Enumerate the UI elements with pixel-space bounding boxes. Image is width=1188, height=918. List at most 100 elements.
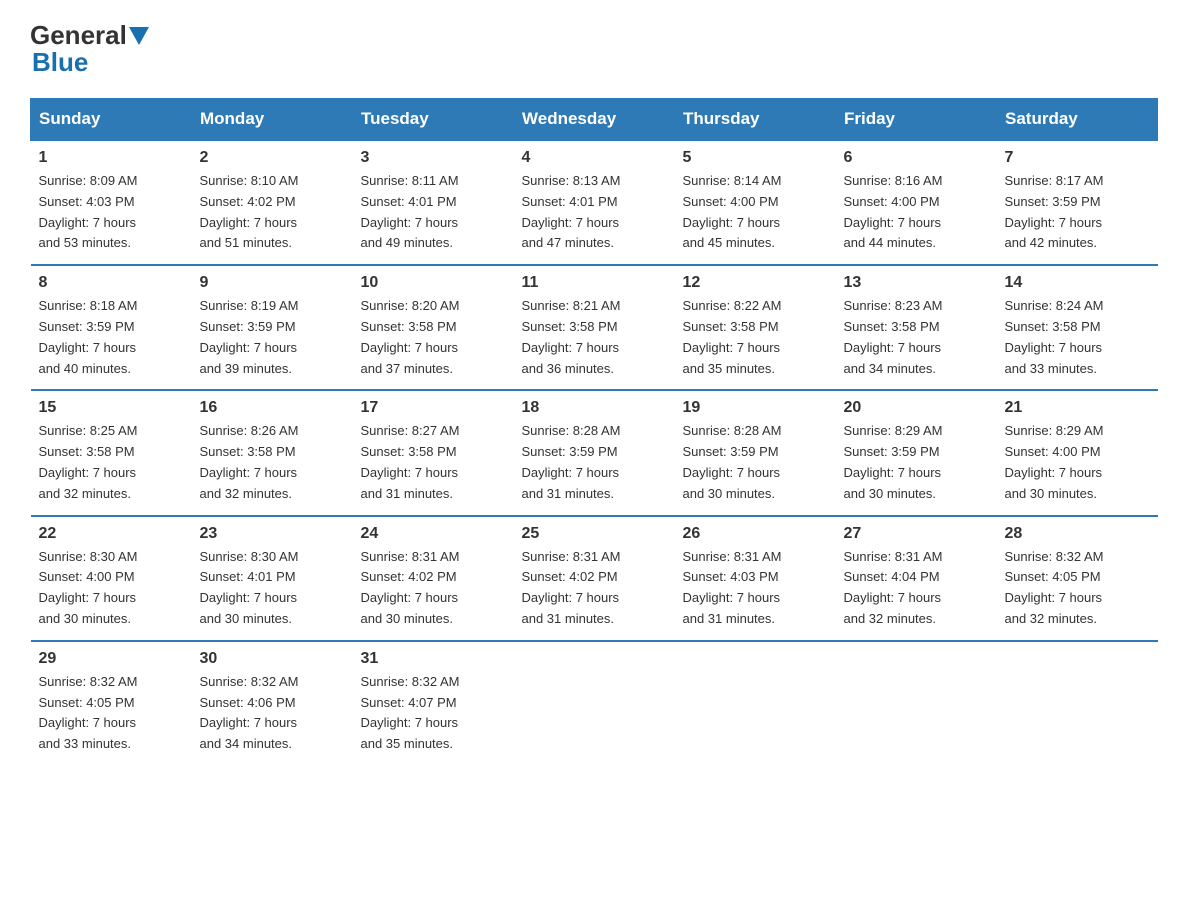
day-number: 17 xyxy=(361,399,506,417)
calendar-cell: 9 Sunrise: 8:19 AM Sunset: 3:59 PM Dayli… xyxy=(192,265,353,390)
day-info: Sunrise: 8:29 AM Sunset: 3:59 PM Dayligh… xyxy=(844,421,989,504)
weekday-header-wednesday: Wednesday xyxy=(514,99,675,141)
day-info: Sunrise: 8:31 AM Sunset: 4:02 PM Dayligh… xyxy=(361,547,506,630)
calendar-cell xyxy=(514,641,675,765)
day-number: 29 xyxy=(39,650,184,668)
day-number: 20 xyxy=(844,399,989,417)
day-number: 14 xyxy=(1005,274,1150,292)
day-info: Sunrise: 8:21 AM Sunset: 3:58 PM Dayligh… xyxy=(522,296,667,379)
weekday-header-sunday: Sunday xyxy=(31,99,192,141)
day-info: Sunrise: 8:24 AM Sunset: 3:58 PM Dayligh… xyxy=(1005,296,1150,379)
day-number: 28 xyxy=(1005,525,1150,543)
calendar-cell: 17 Sunrise: 8:27 AM Sunset: 3:58 PM Dayl… xyxy=(353,390,514,515)
calendar-cell: 29 Sunrise: 8:32 AM Sunset: 4:05 PM Dayl… xyxy=(31,641,192,765)
calendar-cell xyxy=(675,641,836,765)
calendar-week-row: 22 Sunrise: 8:30 AM Sunset: 4:00 PM Dayl… xyxy=(31,516,1158,641)
calendar-week-row: 15 Sunrise: 8:25 AM Sunset: 3:58 PM Dayl… xyxy=(31,390,1158,515)
calendar-cell: 12 Sunrise: 8:22 AM Sunset: 3:58 PM Dayl… xyxy=(675,265,836,390)
calendar-cell: 10 Sunrise: 8:20 AM Sunset: 3:58 PM Dayl… xyxy=(353,265,514,390)
day-number: 25 xyxy=(522,525,667,543)
day-info: Sunrise: 8:17 AM Sunset: 3:59 PM Dayligh… xyxy=(1005,171,1150,254)
day-number: 7 xyxy=(1005,149,1150,167)
day-number: 19 xyxy=(683,399,828,417)
day-number: 11 xyxy=(522,274,667,292)
day-number: 23 xyxy=(200,525,345,543)
day-number: 10 xyxy=(361,274,506,292)
calendar-cell: 20 Sunrise: 8:29 AM Sunset: 3:59 PM Dayl… xyxy=(836,390,997,515)
calendar-cell: 16 Sunrise: 8:26 AM Sunset: 3:58 PM Dayl… xyxy=(192,390,353,515)
day-number: 30 xyxy=(200,650,345,668)
calendar-cell: 25 Sunrise: 8:31 AM Sunset: 4:02 PM Dayl… xyxy=(514,516,675,641)
day-number: 22 xyxy=(39,525,184,543)
day-info: Sunrise: 8:31 AM Sunset: 4:03 PM Dayligh… xyxy=(683,547,828,630)
day-info: Sunrise: 8:22 AM Sunset: 3:58 PM Dayligh… xyxy=(683,296,828,379)
calendar-cell: 6 Sunrise: 8:16 AM Sunset: 4:00 PM Dayli… xyxy=(836,140,997,265)
weekday-header-row: SundayMondayTuesdayWednesdayThursdayFrid… xyxy=(31,99,1158,141)
calendar-cell: 14 Sunrise: 8:24 AM Sunset: 3:58 PM Dayl… xyxy=(997,265,1158,390)
day-info: Sunrise: 8:09 AM Sunset: 4:03 PM Dayligh… xyxy=(39,171,184,254)
weekday-header-monday: Monday xyxy=(192,99,353,141)
day-number: 26 xyxy=(683,525,828,543)
calendar-cell: 15 Sunrise: 8:25 AM Sunset: 3:58 PM Dayl… xyxy=(31,390,192,515)
day-number: 6 xyxy=(844,149,989,167)
calendar-cell: 11 Sunrise: 8:21 AM Sunset: 3:58 PM Dayl… xyxy=(514,265,675,390)
calendar-cell: 28 Sunrise: 8:32 AM Sunset: 4:05 PM Dayl… xyxy=(997,516,1158,641)
day-info: Sunrise: 8:32 AM Sunset: 4:06 PM Dayligh… xyxy=(200,672,345,755)
day-number: 18 xyxy=(522,399,667,417)
day-number: 13 xyxy=(844,274,989,292)
day-info: Sunrise: 8:16 AM Sunset: 4:00 PM Dayligh… xyxy=(844,171,989,254)
weekday-header-thursday: Thursday xyxy=(675,99,836,141)
calendar-cell: 5 Sunrise: 8:14 AM Sunset: 4:00 PM Dayli… xyxy=(675,140,836,265)
day-number: 21 xyxy=(1005,399,1150,417)
weekday-header-saturday: Saturday xyxy=(997,99,1158,141)
day-number: 9 xyxy=(200,274,345,292)
day-info: Sunrise: 8:28 AM Sunset: 3:59 PM Dayligh… xyxy=(522,421,667,504)
calendar-cell: 1 Sunrise: 8:09 AM Sunset: 4:03 PM Dayli… xyxy=(31,140,192,265)
day-info: Sunrise: 8:27 AM Sunset: 3:58 PM Dayligh… xyxy=(361,421,506,504)
day-info: Sunrise: 8:28 AM Sunset: 3:59 PM Dayligh… xyxy=(683,421,828,504)
day-info: Sunrise: 8:10 AM Sunset: 4:02 PM Dayligh… xyxy=(200,171,345,254)
day-number: 5 xyxy=(683,149,828,167)
logo-triangle-icon xyxy=(129,27,149,47)
calendar-cell xyxy=(836,641,997,765)
calendar-cell: 24 Sunrise: 8:31 AM Sunset: 4:02 PM Dayl… xyxy=(353,516,514,641)
day-info: Sunrise: 8:29 AM Sunset: 4:00 PM Dayligh… xyxy=(1005,421,1150,504)
day-number: 31 xyxy=(361,650,506,668)
day-number: 2 xyxy=(200,149,345,167)
calendar-week-row: 8 Sunrise: 8:18 AM Sunset: 3:59 PM Dayli… xyxy=(31,265,1158,390)
day-number: 4 xyxy=(522,149,667,167)
calendar-cell: 22 Sunrise: 8:30 AM Sunset: 4:00 PM Dayl… xyxy=(31,516,192,641)
calendar-week-row: 1 Sunrise: 8:09 AM Sunset: 4:03 PM Dayli… xyxy=(31,140,1158,265)
day-info: Sunrise: 8:30 AM Sunset: 4:01 PM Dayligh… xyxy=(200,547,345,630)
day-info: Sunrise: 8:19 AM Sunset: 3:59 PM Dayligh… xyxy=(200,296,345,379)
day-number: 24 xyxy=(361,525,506,543)
day-info: Sunrise: 8:32 AM Sunset: 4:05 PM Dayligh… xyxy=(1005,547,1150,630)
day-number: 8 xyxy=(39,274,184,292)
day-number: 3 xyxy=(361,149,506,167)
weekday-header-friday: Friday xyxy=(836,99,997,141)
calendar-cell: 7 Sunrise: 8:17 AM Sunset: 3:59 PM Dayli… xyxy=(997,140,1158,265)
calendar-cell: 2 Sunrise: 8:10 AM Sunset: 4:02 PM Dayli… xyxy=(192,140,353,265)
calendar-cell: 23 Sunrise: 8:30 AM Sunset: 4:01 PM Dayl… xyxy=(192,516,353,641)
calendar-week-row: 29 Sunrise: 8:32 AM Sunset: 4:05 PM Dayl… xyxy=(31,641,1158,765)
day-info: Sunrise: 8:32 AM Sunset: 4:05 PM Dayligh… xyxy=(39,672,184,755)
day-number: 27 xyxy=(844,525,989,543)
day-number: 1 xyxy=(39,149,184,167)
calendar-cell: 31 Sunrise: 8:32 AM Sunset: 4:07 PM Dayl… xyxy=(353,641,514,765)
day-info: Sunrise: 8:30 AM Sunset: 4:00 PM Dayligh… xyxy=(39,547,184,630)
calendar-cell: 21 Sunrise: 8:29 AM Sunset: 4:00 PM Dayl… xyxy=(997,390,1158,515)
calendar-cell: 13 Sunrise: 8:23 AM Sunset: 3:58 PM Dayl… xyxy=(836,265,997,390)
day-number: 12 xyxy=(683,274,828,292)
calendar-table: SundayMondayTuesdayWednesdayThursdayFrid… xyxy=(30,98,1158,765)
calendar-cell: 19 Sunrise: 8:28 AM Sunset: 3:59 PM Dayl… xyxy=(675,390,836,515)
calendar-cell: 27 Sunrise: 8:31 AM Sunset: 4:04 PM Dayl… xyxy=(836,516,997,641)
day-info: Sunrise: 8:18 AM Sunset: 3:59 PM Dayligh… xyxy=(39,296,184,379)
calendar-cell: 26 Sunrise: 8:31 AM Sunset: 4:03 PM Dayl… xyxy=(675,516,836,641)
day-info: Sunrise: 8:25 AM Sunset: 3:58 PM Dayligh… xyxy=(39,421,184,504)
logo-blue-text: Blue xyxy=(30,47,88,78)
day-info: Sunrise: 8:14 AM Sunset: 4:00 PM Dayligh… xyxy=(683,171,828,254)
calendar-cell xyxy=(997,641,1158,765)
day-info: Sunrise: 8:11 AM Sunset: 4:01 PM Dayligh… xyxy=(361,171,506,254)
day-info: Sunrise: 8:13 AM Sunset: 4:01 PM Dayligh… xyxy=(522,171,667,254)
day-info: Sunrise: 8:26 AM Sunset: 3:58 PM Dayligh… xyxy=(200,421,345,504)
